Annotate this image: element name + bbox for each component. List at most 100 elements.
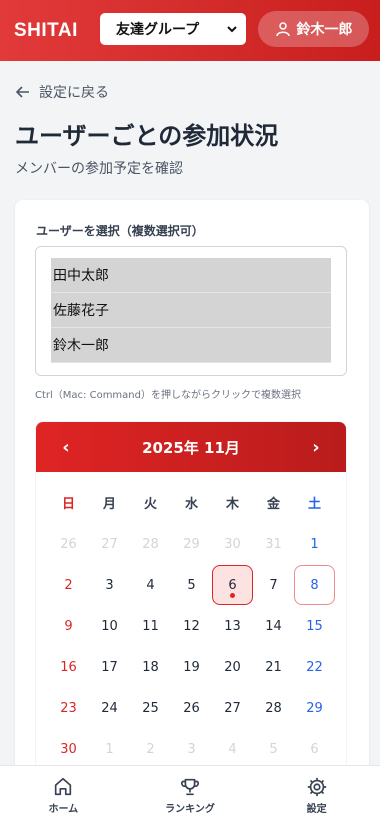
calendar-day-number: 10 [101, 618, 118, 634]
calendar-header: ‹ 2025年 11月 › [36, 422, 346, 472]
calendar-day[interactable]: 24 [89, 688, 130, 728]
calendar-day[interactable]: 3 [171, 729, 212, 769]
calendar-day[interactable]: 30 [48, 729, 89, 769]
calendar-day[interactable]: 7 [253, 565, 294, 605]
calendar-day-number: 14 [265, 618, 282, 634]
calendar-day[interactable]: 26 [48, 524, 89, 564]
calendar-day-number: 26 [60, 536, 77, 552]
calendar-day[interactable]: 3 [89, 565, 130, 605]
calendar-day-number: 4 [146, 577, 155, 593]
calendar-day-number: 16 [60, 659, 77, 675]
next-month-button[interactable]: › [306, 437, 326, 458]
user-option[interactable]: 田中太郎 [51, 258, 331, 293]
calendar-day[interactable]: 27 [212, 688, 253, 728]
app-logo[interactable]: SHITAI [14, 20, 78, 42]
calendar-day[interactable]: 21 [253, 647, 294, 687]
calendar-day-number: 18 [142, 659, 159, 675]
calendar-day[interactable]: 11 [130, 606, 171, 646]
calendar-day[interactable]: 2 [130, 729, 171, 769]
calendar-day-number: 17 [101, 659, 118, 675]
calendar-day[interactable]: 8 [294, 565, 335, 605]
calendar-day[interactable]: 10 [89, 606, 130, 646]
nav-settings-label: 設定 [306, 803, 327, 815]
weekday-header: 火 [143, 496, 157, 512]
calendar-day[interactable]: 26 [171, 688, 212, 728]
calendar-day-number: 19 [183, 659, 200, 675]
nav-settings[interactable]: 設定 [272, 776, 362, 815]
calendar-day-number: 11 [142, 618, 159, 634]
weekday-header: 金 [266, 496, 280, 512]
calendar-day-number: 13 [224, 618, 241, 634]
calendar-day-number: 3 [187, 741, 196, 757]
user-option[interactable]: 佐藤花子 [51, 293, 331, 328]
calendar-day[interactable]: 28 [253, 688, 294, 728]
calendar-day-number: 25 [142, 700, 159, 716]
calendar-day[interactable]: 22 [294, 647, 335, 687]
calendar-day-number: 28 [142, 536, 159, 552]
calendar-day[interactable]: 19 [171, 647, 212, 687]
weekday-header: 月 [102, 496, 116, 512]
calendar-day[interactable]: 30 [212, 524, 253, 564]
calendar-day-number: 6 [228, 577, 237, 593]
home-icon [55, 777, 72, 795]
calendar-day[interactable]: 31 [253, 524, 294, 564]
weekday-header: 土 [307, 496, 321, 512]
calendar-day[interactable]: 14 [253, 606, 294, 646]
calendar-month-label: 2025年 11月 [142, 438, 240, 457]
user-menu-button[interactable]: 鈴木一郎 [258, 11, 369, 47]
calendar: ‹ 2025年 11月 › 日月火水木金土 26 27 28 29 30 31 1 2 3 4 5 6 7… [35, 421, 347, 821]
calendar-day[interactable]: 29 [294, 688, 335, 728]
calendar-day[interactable]: 5 [171, 565, 212, 605]
calendar-day[interactable]: 23 [48, 688, 89, 728]
calendar-day-number: 1 [105, 741, 114, 757]
page-subtitle: メンバーの参加予定を確認 [15, 161, 183, 177]
calendar-day-number: 24 [101, 700, 118, 716]
group-select[interactable]: 友達グループ [100, 13, 246, 45]
calendar-day-number: 9 [64, 618, 73, 634]
calendar-day[interactable]: 4 [130, 565, 171, 605]
calendar-day-number: 12 [183, 618, 200, 634]
group-select-value: 友達グループ [116, 22, 200, 38]
user-option[interactable]: 鈴木一郎 [51, 328, 331, 363]
nav-home[interactable]: ホーム [18, 776, 108, 815]
calendar-day[interactable]: 5 [253, 729, 294, 769]
weekday-header: 水 [184, 496, 198, 512]
calendar-day[interactable]: 25 [130, 688, 171, 728]
calendar-day[interactable]: 20 [212, 647, 253, 687]
page-title: ユーザーごとの参加状況 [15, 122, 279, 150]
user-select-label: ユーザーを選択（複数選択可） [36, 224, 204, 238]
calendar-day-number: 26 [183, 700, 200, 716]
calendar-day[interactable]: 27 [89, 524, 130, 564]
calendar-day[interactable]: 4 [212, 729, 253, 769]
calendar-day[interactable]: 15 [294, 606, 335, 646]
prev-month-button[interactable]: ‹ [56, 437, 76, 458]
calendar-day-number: 31 [265, 536, 282, 552]
calendar-day-number: 1 [310, 536, 319, 552]
calendar-day-number: 4 [228, 741, 237, 757]
calendar-day[interactable]: 16 [48, 647, 89, 687]
back-to-settings-link[interactable]: 設定に戻る [15, 82, 109, 102]
calendar-day[interactable]: 1 [294, 524, 335, 564]
arrow-left-icon [15, 86, 29, 98]
user-multi-select[interactable]: 田中太郎 佐藤花子 鈴木一郎 [35, 246, 347, 376]
calendar-day[interactable]: 2 [48, 565, 89, 605]
calendar-day[interactable]: 17 [89, 647, 130, 687]
calendar-day[interactable]: 6 [212, 565, 253, 605]
calendar-day[interactable]: 12 [171, 606, 212, 646]
calendar-day[interactable]: 29 [171, 524, 212, 564]
weekday-header: 木 [225, 496, 239, 512]
calendar-day[interactable]: 6 [294, 729, 335, 769]
calendar-day[interactable]: 18 [130, 647, 171, 687]
calendar-day[interactable]: 1 [89, 729, 130, 769]
gear-icon [307, 777, 326, 796]
trophy-icon [181, 778, 199, 795]
nav-home-label: ホーム [48, 803, 79, 815]
calendar-day-number: 5 [187, 577, 196, 593]
calendar-day-number: 22 [306, 659, 323, 675]
calendar-day[interactable]: 28 [130, 524, 171, 564]
user-icon [275, 22, 290, 37]
calendar-day[interactable]: 9 [48, 606, 89, 646]
nav-ranking[interactable]: ランキング [145, 776, 235, 815]
multi-select-hint: Ctrl（Mac: Command）を押しながらクリックで複数選択 [35, 390, 301, 401]
calendar-day[interactable]: 13 [212, 606, 253, 646]
